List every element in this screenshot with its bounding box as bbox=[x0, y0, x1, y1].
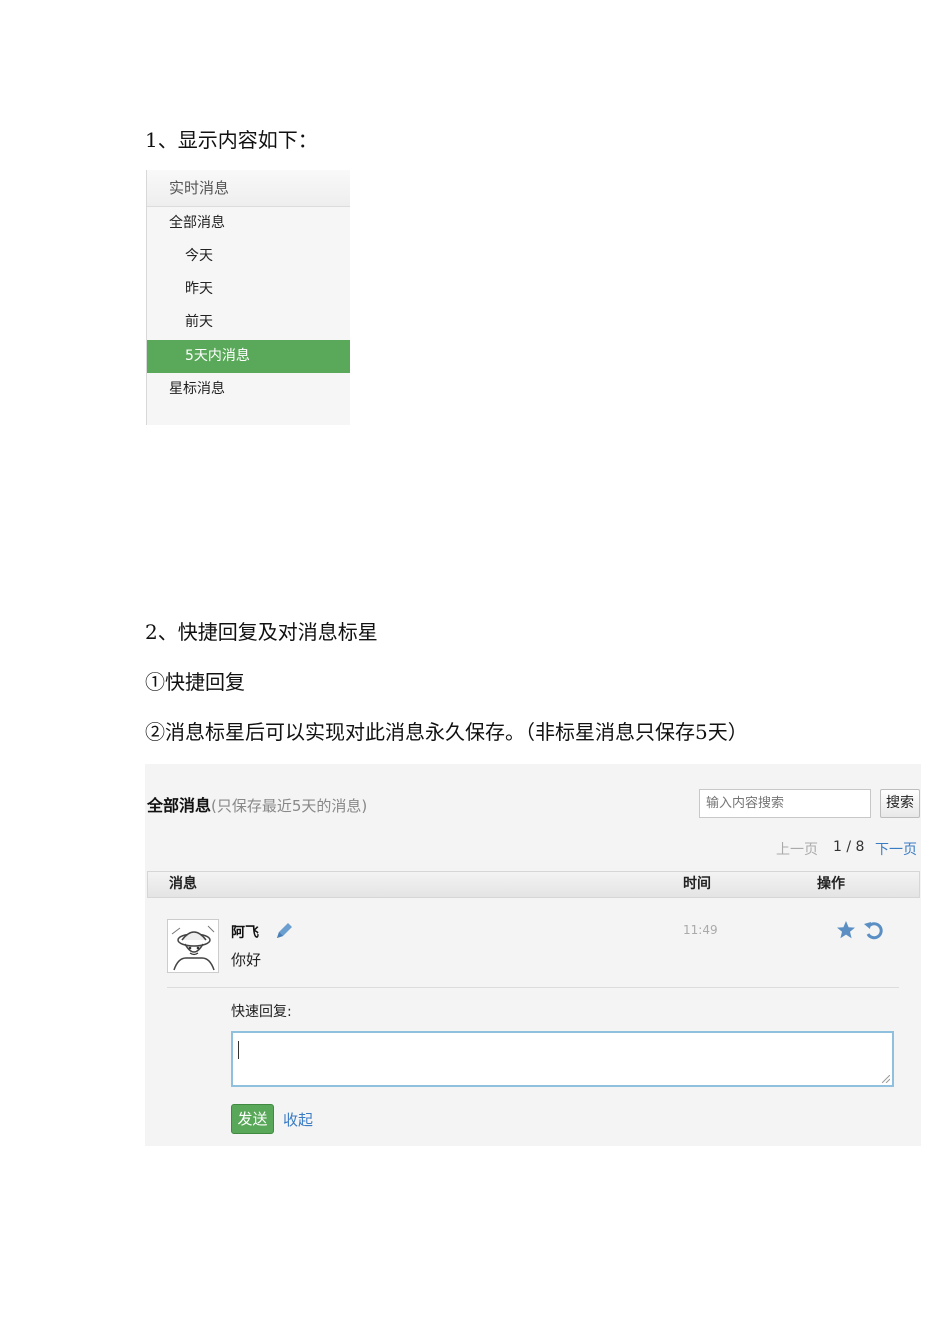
panel-subtitle: (只保存最近5天的消息) bbox=[211, 797, 368, 815]
quick-reply-label: 快速回复: bbox=[231, 1004, 292, 1020]
menu-item-today[interactable]: 今天 bbox=[147, 240, 350, 273]
section1-heading: 1、显示内容如下： bbox=[145, 128, 318, 152]
section2-heading: 2、快捷回复及对消息标星 bbox=[145, 620, 378, 644]
collapse-link[interactable]: 收起 bbox=[283, 1109, 313, 1130]
reply-icon[interactable] bbox=[863, 920, 883, 940]
quick-reply-textarea[interactable] bbox=[231, 1031, 894, 1087]
avatar bbox=[167, 919, 219, 973]
panel-title-text: 全部消息 bbox=[147, 796, 212, 815]
message-time: 11:49 bbox=[683, 923, 718, 937]
column-message: 消息 bbox=[169, 876, 197, 892]
point-star-message: ②消息标星后可以实现对此消息永久保存。（非标星消息只保存5天） bbox=[145, 720, 748, 744]
star-icon[interactable] bbox=[836, 920, 856, 940]
menu-header: 实时消息 bbox=[147, 170, 350, 207]
column-action: 操作 bbox=[817, 876, 845, 892]
search-input[interactable] bbox=[699, 789, 871, 818]
table-header: 消息 时间 操作 bbox=[147, 871, 920, 898]
pencil-icon[interactable] bbox=[273, 920, 295, 942]
message-sidebar-menu: 实时消息 全部消息 今天 昨天 前天 5天内消息 星标消息 bbox=[146, 170, 350, 425]
message-divider bbox=[167, 987, 899, 988]
send-button[interactable]: 发送 bbox=[231, 1104, 274, 1134]
menu-item-day-before[interactable]: 前天 bbox=[147, 306, 350, 339]
avatar-manga-icon bbox=[171, 925, 215, 971]
pager-prev-link[interactable]: 上一页 bbox=[776, 839, 818, 859]
menu-item-starred[interactable]: 星标消息 bbox=[147, 373, 350, 406]
menu-item-yesterday[interactable]: 昨天 bbox=[147, 273, 350, 306]
message-text: 你好 bbox=[231, 951, 262, 969]
menu-item-5days[interactable]: 5天内消息 bbox=[147, 340, 350, 373]
pager-next-link[interactable]: 下一页 bbox=[875, 839, 917, 859]
menu-item-all[interactable]: 全部消息 bbox=[147, 207, 350, 240]
pager-count: 1 / 8 bbox=[833, 839, 865, 855]
panel-title: 全部消息(只保存最近5天的消息) bbox=[147, 792, 367, 816]
column-time: 时间 bbox=[683, 876, 711, 892]
text-caret bbox=[238, 1041, 239, 1059]
resize-grip-icon[interactable] bbox=[882, 1075, 890, 1083]
search-button[interactable]: 搜索 bbox=[880, 789, 920, 818]
message-sender: 阿飞 bbox=[231, 925, 259, 941]
message-panel: 全部消息(只保存最近5天的消息) 搜索 上一页 1 / 8 下一页 消息 时间 … bbox=[145, 764, 921, 1146]
point-quick-reply: ①快捷回复 bbox=[145, 670, 245, 694]
